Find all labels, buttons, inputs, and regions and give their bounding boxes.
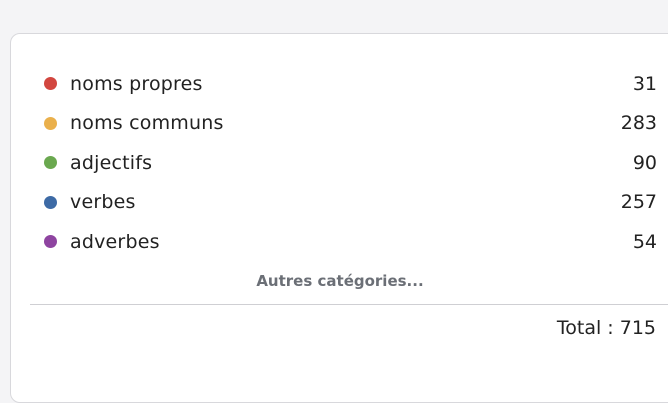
orange-dot-icon <box>44 116 57 130</box>
category-label: adverbes <box>70 230 160 253</box>
category-label: verbes <box>70 191 136 214</box>
category-count: 257 <box>620 191 657 214</box>
category-list: noms propres 31 noms communs 283 adjecti… <box>44 64 667 262</box>
category-count: 54 <box>632 230 657 253</box>
category-count: 283 <box>620 112 657 135</box>
category-row-adjectifs[interactable]: adjectifs 90 <box>44 143 667 183</box>
purple-dot-icon <box>44 235 57 249</box>
category-count: 90 <box>632 151 657 174</box>
green-dot-icon <box>44 156 57 170</box>
category-row-noms-propres[interactable]: noms propres 31 <box>44 64 667 104</box>
category-label: noms communs <box>70 112 224 135</box>
blue-dot-icon <box>44 195 57 209</box>
category-label: noms propres <box>70 72 203 95</box>
category-count: 31 <box>632 72 657 95</box>
divider <box>30 304 668 305</box>
red-dot-icon <box>44 77 57 91</box>
category-row-noms-communs[interactable]: noms communs 283 <box>44 104 667 144</box>
categories-panel: noms propres 31 noms communs 283 adjecti… <box>10 33 668 403</box>
category-row-verbes[interactable]: verbes 257 <box>44 183 667 223</box>
total-count: Total : 715 <box>556 317 656 339</box>
category-label: adjectifs <box>70 151 153 174</box>
category-row-adverbes[interactable]: adverbes 54 <box>44 222 667 262</box>
more-categories-link[interactable]: Autres catégories... <box>11 272 668 290</box>
